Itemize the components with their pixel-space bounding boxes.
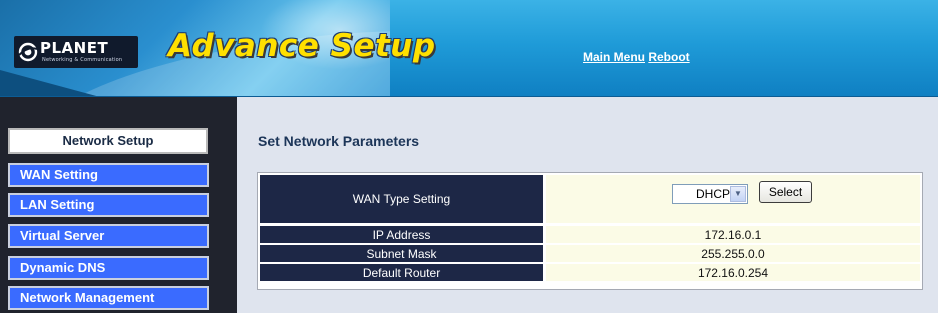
top-nav: Main Menu Reboot <box>583 50 690 64</box>
table-row: Subnet Mask 255.255.0.0 <box>260 245 920 262</box>
table-row: IP Address 172.16.0.1 <box>260 226 920 243</box>
logo-subtext: Networking & Communication <box>42 57 123 63</box>
logo-text: PLANET <box>40 39 109 57</box>
ip-address-value: 172.16.0.1 <box>546 226 920 243</box>
wan-type-selected-value: DHCP <box>695 187 730 201</box>
default-router-label: Default Router <box>260 264 543 281</box>
select-button[interactable]: Select <box>759 181 812 203</box>
sidebar-item-dynamic-dns[interactable]: Dynamic DNS <box>8 256 209 280</box>
planet-logo-icon <box>18 42 38 62</box>
sidebar-item-virtual-server[interactable]: Virtual Server <box>8 224 209 248</box>
subnet-mask-value: 255.255.0.0 <box>546 245 920 262</box>
default-router-value: 172.16.0.254 <box>546 264 920 281</box>
main-content: Set Network Parameters WAN Type Setting … <box>237 97 938 313</box>
wan-type-value-cell: DHCP ▼ Select <box>546 175 920 223</box>
wan-type-row: WAN Type Setting DHCP ▼ Select <box>260 175 920 223</box>
main-menu-link[interactable]: Main Menu <box>583 50 645 64</box>
sidebar-item-lan-setting[interactable]: LAN Setting <box>8 193 209 217</box>
sidebar: Network Setup WAN Setting LAN Setting Vi… <box>0 97 237 313</box>
chevron-down-icon[interactable]: ▼ <box>730 186 746 202</box>
wan-type-select[interactable]: DHCP ▼ <box>672 184 748 204</box>
subnet-mask-label: Subnet Mask <box>260 245 543 262</box>
sidebar-item-network-management[interactable]: Network Management <box>8 286 209 310</box>
planet-logo: PLANET Networking & Communication <box>14 36 138 68</box>
table-row: Default Router 172.16.0.254 <box>260 264 920 281</box>
ip-address-label: IP Address <box>260 226 543 243</box>
header-banner: PLANET Networking & Communication Advanc… <box>0 0 938 97</box>
sidebar-header: Network Setup <box>8 128 208 154</box>
sidebar-item-wan-setting[interactable]: WAN Setting <box>8 163 209 187</box>
network-parameters-table: WAN Type Setting DHCP ▼ Select IP Addres… <box>257 172 923 290</box>
page-title: Advance Setup <box>168 28 436 64</box>
wan-type-label: WAN Type Setting <box>260 175 543 223</box>
reboot-link[interactable]: Reboot <box>648 50 689 64</box>
section-title: Set Network Parameters <box>258 133 420 149</box>
